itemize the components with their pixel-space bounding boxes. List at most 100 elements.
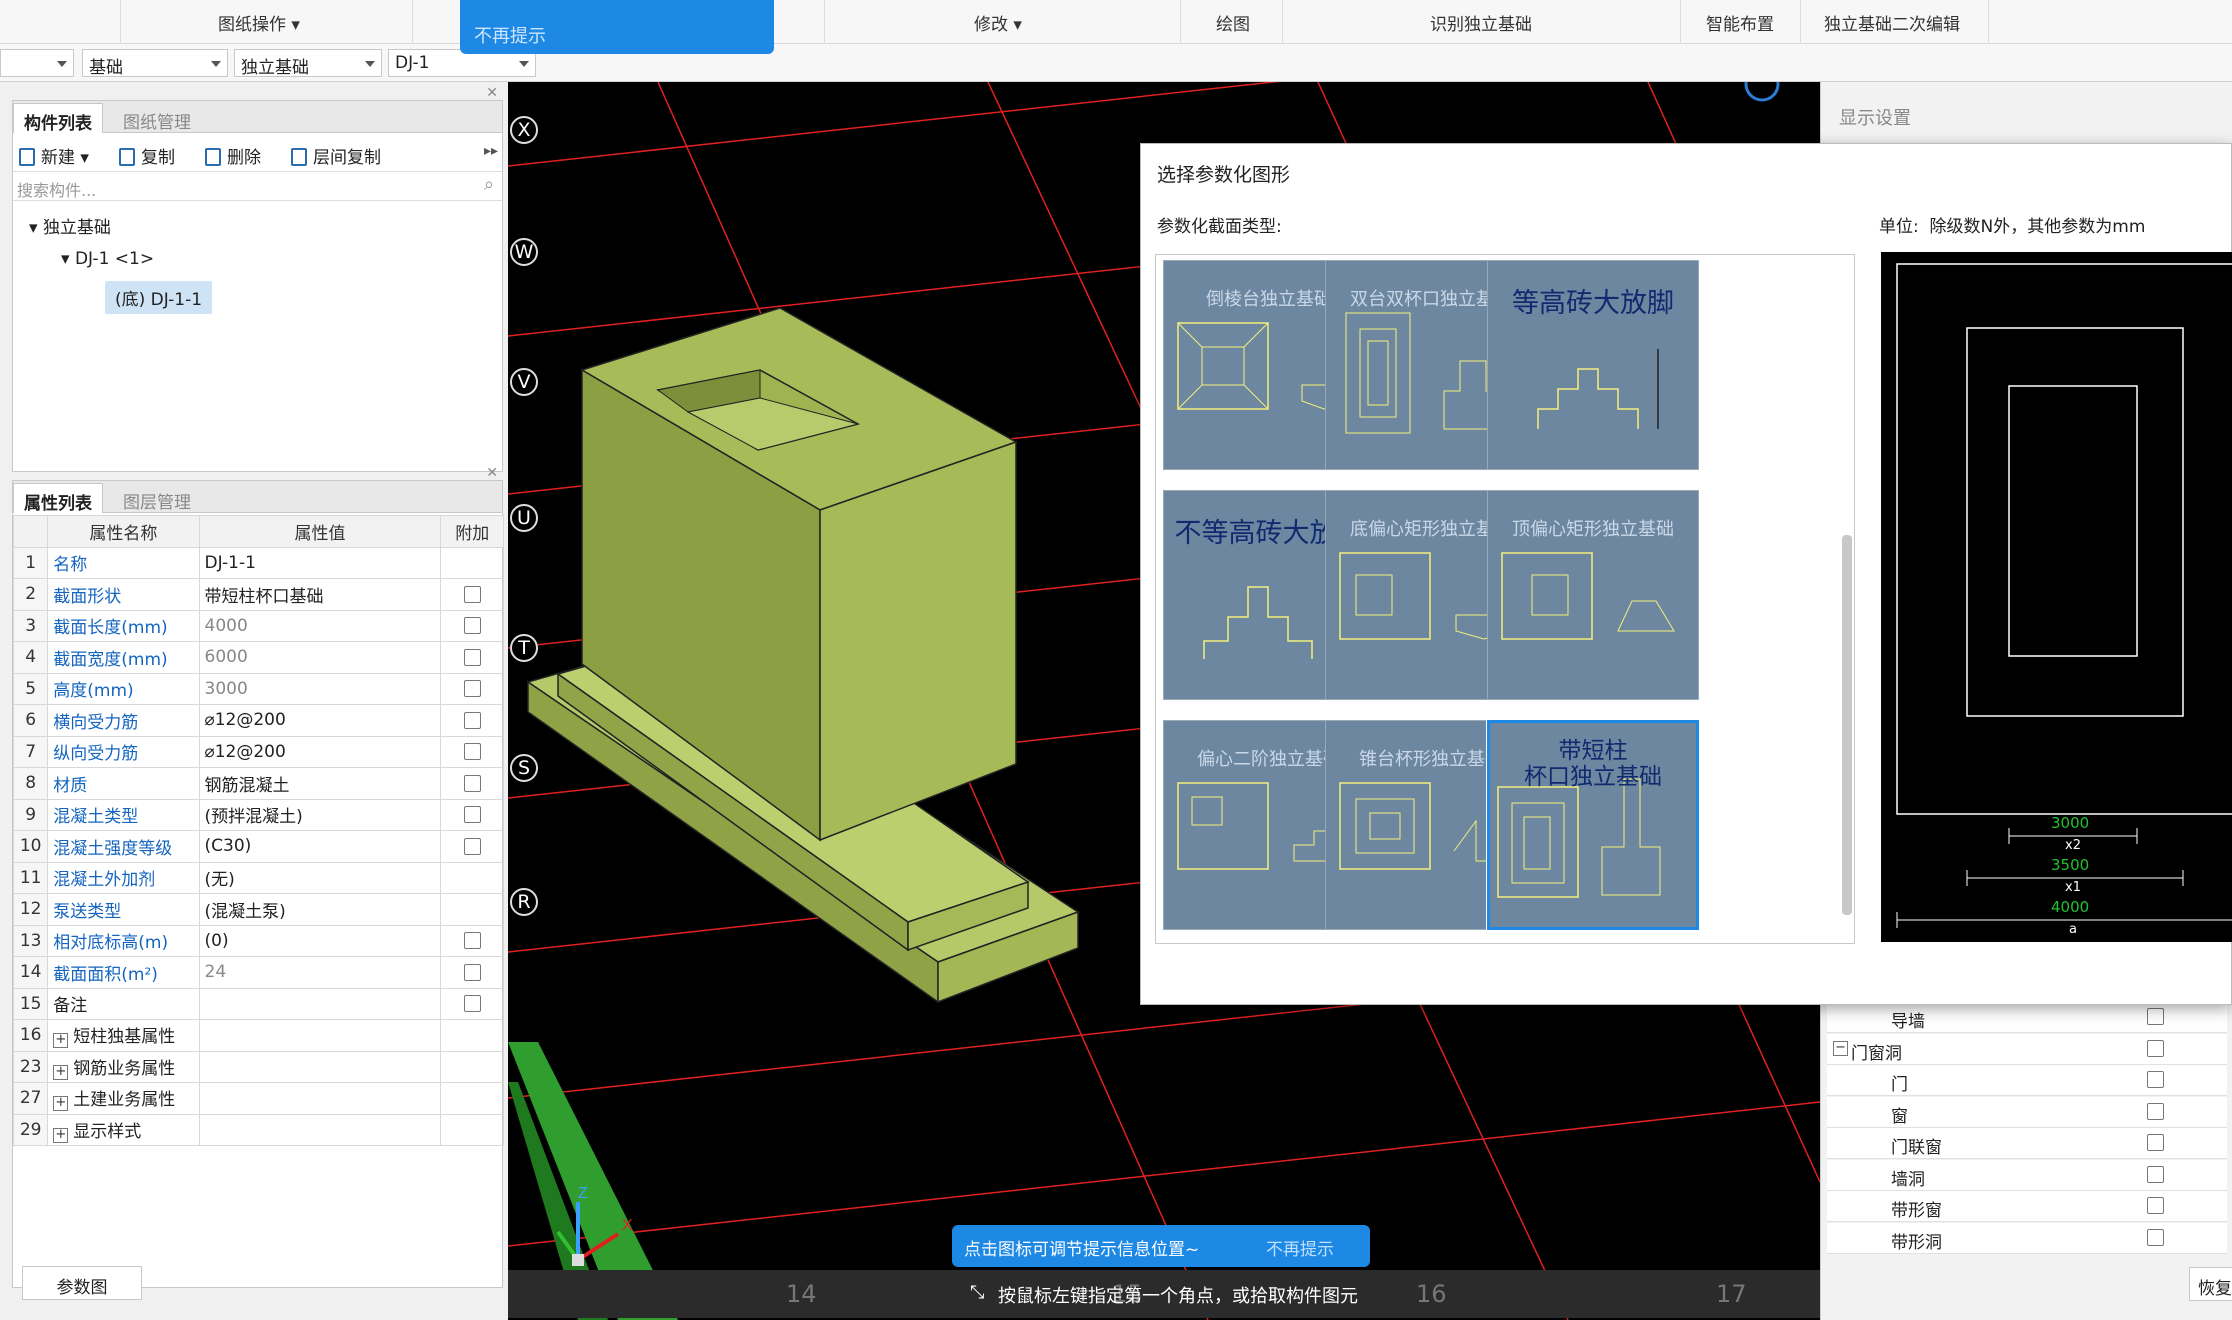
category-select[interactable]: 基础 bbox=[82, 49, 228, 78]
property-value[interactable]: ⌀12@200 bbox=[198, 704, 442, 737]
more-icon[interactable]: ▸▸ bbox=[484, 143, 498, 159]
display-setting-checkbox[interactable] bbox=[2147, 1134, 2164, 1151]
display-setting-row[interactable]: 墙洞 bbox=[1827, 1159, 2227, 1191]
property-value[interactable]: 3000 bbox=[198, 672, 442, 705]
display-setting-row[interactable]: − 门窗洞 bbox=[1827, 1033, 2227, 1065]
group-name[interactable]: + 土建业务属性 bbox=[47, 1082, 200, 1115]
ribbon-secondary-edit[interactable]: 独立基础二次编辑 bbox=[1824, 10, 1960, 35]
search-box[interactable]: 搜索构件... ⌕ bbox=[13, 171, 502, 201]
display-setting-row[interactable]: 带形洞 bbox=[1827, 1222, 2227, 1254]
property-group-row[interactable]: 29 + 显示样式 bbox=[12, 1113, 504, 1146]
tab-layer-management[interactable]: 图层管理 bbox=[113, 483, 201, 513]
search-icon[interactable]: ⌕ bbox=[484, 174, 494, 195]
type-select[interactable]: 独立基础 bbox=[234, 49, 382, 78]
close-icon[interactable]: ✕ bbox=[486, 85, 498, 101]
display-setting-checkbox[interactable] bbox=[2147, 1165, 2164, 1183]
property-value[interactable]: DJ-1-1 bbox=[198, 546, 442, 579]
property-row[interactable]: 15 备注 bbox=[12, 987, 504, 1020]
property-value[interactable]: (混凝土泵) bbox=[198, 893, 442, 926]
restore-button[interactable]: 恢复 bbox=[2189, 1267, 2232, 1301]
display-setting-checkbox[interactable] bbox=[2147, 1071, 2164, 1088]
new-button[interactable]: 新建 ▾ bbox=[19, 143, 89, 168]
property-group-row[interactable]: 16 + 短柱独基属性 bbox=[12, 1019, 504, 1052]
extra-checkbox[interactable] bbox=[463, 585, 481, 603]
tab-property-list[interactable]: 属性列表 bbox=[13, 483, 103, 514]
property-value[interactable]: (C30) bbox=[198, 830, 442, 863]
shape-thumbnail[interactable]: 等高砖大放脚 bbox=[1487, 260, 1699, 470]
property-row[interactable]: 3 截面长度(mm) 4000 bbox=[12, 609, 504, 642]
property-row[interactable]: 6 横向受力筋 ⌀12@200 bbox=[12, 704, 504, 737]
expand-icon[interactable]: + bbox=[53, 1096, 69, 1112]
property-row[interactable]: 4 截面宽度(mm) 6000 bbox=[12, 641, 504, 674]
property-row[interactable]: 8 材质 钢筋混凝土 bbox=[12, 767, 504, 800]
display-setting-row[interactable]: 门 bbox=[1827, 1065, 2227, 1096]
ribbon-modify[interactable]: 修改 ▾ bbox=[974, 10, 1022, 35]
property-row[interactable]: 5 高度(mm) 3000 bbox=[12, 672, 504, 705]
extra-checkbox[interactable] bbox=[463, 837, 481, 855]
tree-leaf-selected[interactable]: (底) DJ-1-1 bbox=[105, 281, 213, 314]
view-cube-icon[interactable] bbox=[1744, 82, 1780, 102]
tab-component-list[interactable]: 构件列表 bbox=[13, 103, 103, 134]
group-name[interactable]: + 短柱独基属性 bbox=[47, 1019, 200, 1052]
display-setting-row[interactable]: 带形窗 bbox=[1827, 1191, 2227, 1222]
shape-thumbnail[interactable]: 带短柱 杯口独立基础 bbox=[1486, 719, 1700, 931]
extra-checkbox[interactable] bbox=[463, 680, 481, 698]
property-group-row[interactable]: 27 + 土建业务属性 bbox=[12, 1082, 504, 1115]
property-value[interactable]: (预拌混凝土) bbox=[198, 798, 442, 831]
display-setting-checkbox[interactable] bbox=[2147, 1102, 2164, 1120]
status-bubble[interactable]: 点击图标可调节提示信息位置~ 不再提示 bbox=[952, 1225, 1370, 1267]
extra-checkbox[interactable] bbox=[463, 617, 481, 635]
property-row[interactable]: 10 混凝土强度等级 (C30) bbox=[12, 830, 504, 863]
property-value[interactable] bbox=[198, 987, 442, 1020]
floor-select[interactable] bbox=[0, 49, 74, 77]
display-setting-checkbox[interactable] bbox=[2147, 1039, 2164, 1057]
display-setting-row[interactable]: 窗 bbox=[1827, 1096, 2227, 1128]
extra-checkbox[interactable] bbox=[463, 806, 481, 824]
group-name[interactable]: + 显示样式 bbox=[47, 1113, 200, 1146]
tip-popup[interactable]: 不再提示 bbox=[460, 0, 774, 54]
property-row[interactable]: 9 混凝土类型 (预拌混凝土) bbox=[12, 798, 504, 831]
property-value[interactable]: (0) bbox=[198, 924, 442, 957]
ribbon-recognize-footing[interactable]: 识别独立基础 bbox=[1430, 10, 1532, 35]
group-name[interactable]: + 钢筋业务属性 bbox=[47, 1050, 200, 1083]
display-setting-checkbox[interactable] bbox=[2147, 1197, 2164, 1214]
tab-drawing-management[interactable]: 图纸管理 bbox=[113, 103, 201, 133]
expand-icon[interactable]: + bbox=[53, 1064, 69, 1080]
search-input[interactable]: 搜索构件... bbox=[17, 177, 96, 201]
property-value[interactable]: 24 bbox=[198, 956, 442, 989]
property-row[interactable]: 11 混凝土外加剂 (无) bbox=[12, 861, 504, 894]
close-icon[interactable]: ✕ bbox=[486, 465, 498, 481]
tree-root[interactable]: ▾ 独立基础 bbox=[29, 213, 111, 238]
extra-checkbox[interactable] bbox=[463, 711, 481, 729]
extra-checkbox[interactable] bbox=[463, 963, 481, 981]
extra-checkbox[interactable] bbox=[463, 743, 481, 761]
ribbon-draw[interactable]: 绘图 bbox=[1216, 10, 1250, 35]
property-value[interactable]: (无) bbox=[198, 861, 442, 894]
bubble-dismiss-link[interactable]: 不再提示 bbox=[1266, 1235, 1334, 1260]
extra-checkbox[interactable] bbox=[463, 932, 481, 950]
scrollbar[interactable] bbox=[1842, 535, 1852, 915]
property-value[interactable]: 带短柱杯口基础 bbox=[198, 578, 442, 611]
property-row[interactable]: 12 泵送类型 (混凝土泵) bbox=[12, 893, 504, 926]
extra-checkbox[interactable] bbox=[463, 648, 481, 666]
shape-thumbnail[interactable]: 顶偏心矩形独立基础 bbox=[1487, 490, 1699, 700]
property-row[interactable]: 14 截面面积(m²) 24 bbox=[12, 956, 504, 989]
display-setting-row[interactable]: 导墙 bbox=[1827, 1002, 2227, 1033]
property-row[interactable]: 1 名称 DJ-1-1 bbox=[12, 546, 504, 579]
display-setting-row[interactable]: 门联窗 bbox=[1827, 1128, 2227, 1159]
property-value[interactable]: ⌀12@200 bbox=[198, 735, 442, 768]
delete-button[interactable]: 删除 bbox=[205, 143, 261, 168]
tip-dismiss-link[interactable]: 不再提示 bbox=[474, 22, 546, 48]
ribbon-drawing-ops[interactable]: 图纸操作 ▾ bbox=[218, 10, 300, 35]
floor-copy-button[interactable]: 层间复制 bbox=[291, 143, 381, 168]
property-value[interactable]: 4000 bbox=[198, 609, 442, 642]
ribbon-smart-layout[interactable]: 智能布置 bbox=[1706, 10, 1774, 35]
property-row[interactable]: 2 截面形状 带短柱杯口基础 bbox=[12, 578, 504, 611]
footing-3d-model[interactable] bbox=[526, 307, 1080, 1004]
extra-checkbox[interactable] bbox=[463, 774, 481, 792]
property-row[interactable]: 7 纵向受力筋 ⌀12@200 bbox=[12, 735, 504, 768]
property-group-row[interactable]: 23 + 钢筋业务属性 bbox=[12, 1050, 504, 1083]
tree-child[interactable]: ▾ DJ-1 <1> bbox=[61, 249, 154, 269]
param-diagram-button[interactable]: 参数图 bbox=[22, 1266, 142, 1300]
expand-icon[interactable]: + bbox=[53, 1127, 69, 1143]
